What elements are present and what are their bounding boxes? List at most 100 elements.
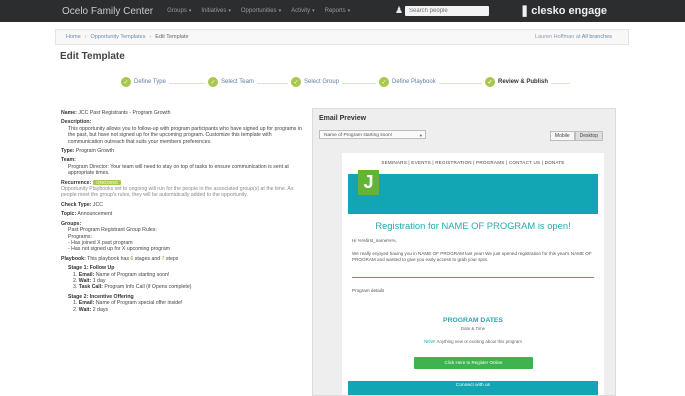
- summary-playbook: Playbook: This playbook has 6 stages and…: [61, 256, 304, 262]
- step-value: Name of Program special offer inside!: [95, 300, 183, 307]
- logged-in-info: Lauren Hoffman at All branches: [535, 34, 612, 40]
- status-badge: ONGOING: [93, 179, 122, 186]
- playbook-text: This playbook has: [87, 255, 129, 262]
- field-label: Check Type:: [61, 201, 92, 208]
- chevron-down-icon: ▾: [347, 8, 351, 14]
- device-toggle: Mobile Desktop: [549, 131, 603, 141]
- clesko-logo-mark-icon: ❚: [520, 5, 530, 17]
- nav-initiatives[interactable]: Initiatives ▾: [201, 8, 231, 14]
- group-rule-line: - Has not signed up for X upcoming progr…: [68, 246, 171, 253]
- email-nav-links[interactable]: SEMINARS | EVENTS | REGISTRATION | PROGR…: [342, 153, 604, 165]
- nav-label: Activity: [291, 8, 311, 14]
- wizard-steps: ✓ Define Type ✓ Select Team ✓ Select Group …: [60, 76, 626, 90]
- breadcrumb-opportunity-templates[interactable]: Opportunity Templates: [91, 34, 146, 40]
- step-label: Define Type: [134, 79, 166, 85]
- field-value: JCC: [92, 201, 104, 208]
- field-value: Program Growth: [75, 148, 114, 155]
- step-label: Select Team: [221, 79, 254, 85]
- step-type: Email:: [78, 271, 95, 278]
- chevron-down-icon: ▾: [228, 8, 231, 14]
- email-header-band: J: [348, 170, 598, 214]
- playbook-text: steps: [165, 255, 179, 262]
- breadcrumb-separator: ›: [149, 34, 152, 40]
- nav-groups[interactable]: Groups ▾: [167, 8, 191, 14]
- step-review-publish[interactable]: ✓ Review & Publish: [482, 77, 552, 87]
- logged-in-user: Lauren Hoffman at: [535, 34, 581, 40]
- check-icon: ✓: [485, 77, 495, 87]
- step-select-group[interactable]: ✓ Select Group: [288, 77, 343, 87]
- chevron-down-icon: ▾: [278, 8, 282, 14]
- playbook-step-count: 7: [161, 255, 165, 262]
- step-value: 1 day: [92, 277, 106, 284]
- nav-label: Initiatives: [201, 8, 227, 14]
- summary-type: Type: Program Growth: [61, 148, 304, 154]
- summary-recurrence-note: Opportunity Playbooks set to ongoing wil…: [61, 186, 294, 199]
- step-define-type[interactable]: ✓ Define Type: [118, 77, 169, 87]
- step-type: Wait:: [78, 277, 92, 284]
- page-title: Edit Template: [60, 51, 125, 62]
- email-body: We really enjoyed having you in NAME OF …: [352, 251, 592, 262]
- check-icon: ✓: [208, 77, 218, 87]
- step-label: Select Group: [304, 79, 340, 85]
- mobile-toggle-button[interactable]: Mobile: [549, 131, 575, 141]
- nav-activity[interactable]: Activity ▾: [291, 8, 315, 14]
- step-type: Email:: [78, 300, 95, 307]
- email-preview-panel: Email Preview Name of Program starting s…: [312, 108, 616, 396]
- playbook-text: stages and: [134, 255, 161, 262]
- top-nav: Ocelo Family Center Groups ▾ Initiatives ▾…: [0, 0, 685, 22]
- email-greeting: Hi %%first_name%%,: [352, 238, 397, 243]
- breadcrumb: Home › Opportunity Templates › Edit Temp…: [55, 29, 629, 45]
- breadcrumb-separator: ›: [84, 34, 87, 40]
- email-select-dropdown[interactable]: Name of Program starting soon! ▾: [319, 130, 426, 139]
- breadcrumb-home[interactable]: Home: [66, 34, 81, 40]
- step-label: Review & Publish: [498, 79, 549, 85]
- nav-reports[interactable]: Reports ▾: [325, 8, 351, 14]
- search-input[interactable]: [405, 6, 489, 16]
- summary-description: This opportunity allows you to follow-up…: [68, 125, 302, 145]
- email-footer: Connect with us: [348, 381, 598, 395]
- step-value: Program Info Call (if Opens complete): [104, 284, 192, 291]
- field-label: Type:: [61, 148, 75, 155]
- clesko-engage-logo[interactable]: ❚ clesko engage: [520, 4, 607, 17]
- program-note: NEW! Anything new or exciting about this…: [342, 339, 604, 344]
- check-icon: ✓: [291, 77, 301, 87]
- chevron-down-icon: ▾: [188, 8, 192, 14]
- email-render: SEMINARS | EVENTS | REGISTRATION | PROGR…: [342, 153, 604, 395]
- field-label: Playbook:: [61, 255, 86, 262]
- logo-text: clesko engage: [531, 5, 608, 17]
- check-icon: ✓: [121, 77, 131, 87]
- program-dates-heading: PROGRAM DATES: [443, 317, 503, 324]
- program-dates-sub: Date & Time: [460, 326, 486, 331]
- breadcrumb-current: Edit Template: [155, 34, 189, 40]
- nav-label: Groups: [167, 8, 187, 14]
- nav-opportunities[interactable]: Opportunities ▾: [241, 8, 281, 14]
- stage-step: 3. Task Call: Program Info Call (if Open…: [73, 284, 192, 291]
- user-icon[interactable]: ♟: [395, 5, 403, 16]
- register-online-button[interactable]: Click Here to Register Online: [414, 357, 533, 369]
- field-label: Name:: [61, 110, 77, 116]
- program-details-label: Program details: [352, 288, 385, 293]
- step-select-team[interactable]: ✓ Select Team: [205, 77, 257, 87]
- note-text: Anything new or exciting about this prog…: [436, 339, 522, 344]
- step-type: Wait:: [78, 306, 92, 313]
- step-value: Name of Program starting soon!: [95, 271, 170, 278]
- email-divider: [352, 277, 594, 278]
- chevron-down-icon: ▾: [312, 8, 315, 14]
- field-label: Recurrence:: [61, 179, 92, 186]
- nav-label: Reports: [324, 8, 346, 14]
- template-summary: Name: JCC Past Registrants - Program Gro…: [61, 110, 304, 313]
- check-icon: ✓: [379, 77, 389, 87]
- note-new-label: NEW!: [424, 339, 436, 344]
- stage-step: 2. Wait: 2 days: [73, 306, 109, 313]
- jcc-logo: J: [358, 170, 379, 195]
- summary-check-type: Check Type: JCC: [61, 202, 304, 208]
- email-preview-title: Email Preview: [319, 115, 367, 122]
- brand-name[interactable]: Ocelo Family Center: [62, 6, 153, 17]
- nav-label: Opportunities: [240, 8, 277, 14]
- selected-email: Name of Program starting soon!: [324, 133, 392, 138]
- desktop-toggle-button[interactable]: Desktop: [574, 131, 603, 141]
- branch-selector[interactable]: All branches: [582, 34, 612, 40]
- step-define-playbook[interactable]: ✓ Define Playbook: [376, 77, 439, 87]
- field-value: JCC Past Registrants - Program Growth: [78, 110, 171, 116]
- summary-team: Program Director: Your team will need to…: [68, 163, 289, 177]
